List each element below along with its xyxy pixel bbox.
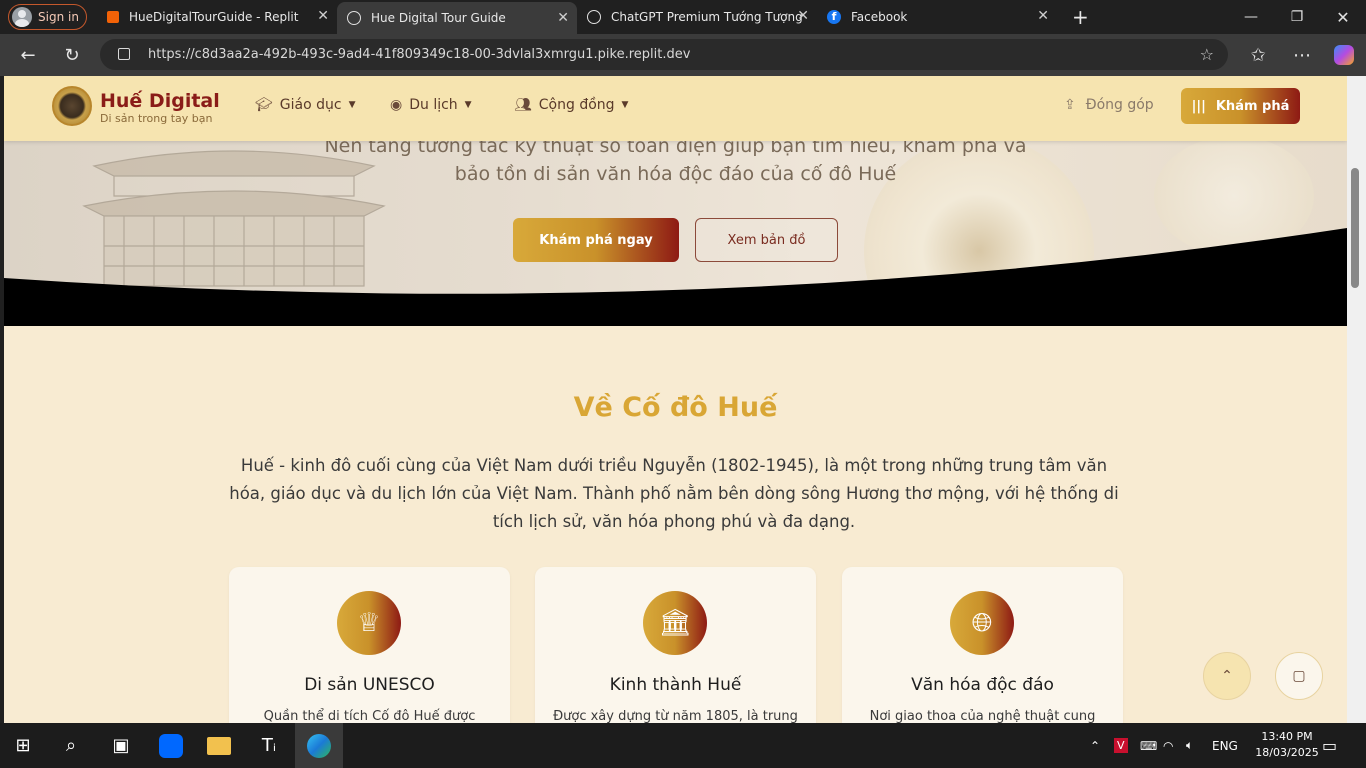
close-window-icon[interactable]: ✕ (1320, 0, 1366, 34)
edge-browser-icon[interactable] (295, 723, 343, 768)
contribute-label: Đóng góp (1085, 97, 1154, 113)
close-tab-icon[interactable]: ✕ (797, 9, 809, 23)
new-tab-button[interactable]: + (1062, 0, 1092, 34)
system-clock[interactable]: 13:40 PM 18/03/2025 (1254, 729, 1320, 761)
page-scrollbar[interactable] (1347, 76, 1366, 723)
upload-icon: ⇪ (1064, 97, 1076, 113)
signin-label: Sign in (38, 10, 79, 24)
tab-title: Hue Digital Tour Guide (371, 11, 506, 25)
url-field[interactable]: https://c8d3aa2a-492b-493c-9ad4-41f80934… (100, 39, 1228, 70)
zalo-icon[interactable] (148, 723, 194, 768)
windows-taskbar: ⊞ ⌕ ▣ Tᵢ ⌃ V ⌨ ◠ 🔈︎ ENG 13:40 PM 18/03/2… (0, 723, 1366, 768)
site-logo[interactable] (52, 86, 92, 126)
globe-icon: 🌐︎ (950, 591, 1014, 655)
favorite-star-icon[interactable]: ☆ (1200, 45, 1214, 64)
tab-title: Facebook (851, 10, 908, 24)
explore-button[interactable]: ||| Khám phá (1181, 88, 1300, 124)
file-explorer-icon[interactable] (196, 723, 242, 768)
nav-education[interactable]: 🎓︎ Giáo dục ▼ (255, 97, 356, 113)
crown-icon: ♕ (337, 591, 401, 655)
tab-title: HueDigitalTourGuide - Replit (129, 10, 299, 24)
card-title: Văn hóa độc đáo (911, 675, 1054, 695)
card-title: Kinh thành Huế (609, 675, 742, 695)
card-desc: Nơi giao thoa của nghệ thuật cung (869, 709, 1096, 723)
explore-label: Khám phá (1215, 98, 1290, 114)
chevron-down-icon: ▼ (621, 100, 629, 110)
refresh-icon[interactable]: ↻ (58, 42, 86, 68)
windows-start-icon[interactable]: ⊞ (0, 723, 46, 768)
nav-label: Cộng đồng (538, 97, 615, 113)
card-unesco[interactable]: ♕ Di sản UNESCO Quần thể di tích Cố đô H… (229, 567, 510, 723)
replit-icon (107, 11, 119, 23)
copilot-icon[interactable] (1330, 42, 1358, 68)
lock-icon (118, 48, 130, 60)
page-viewport: Nền tảng tương tác kỹ thuật số toàn diện… (4, 76, 1347, 723)
vpn-icon[interactable]: V (1114, 723, 1128, 768)
show-hidden-icons[interactable]: ⌃ (1090, 723, 1100, 768)
map-pin-icon: ◉ (390, 97, 403, 113)
signin-button[interactable]: Sign in (8, 4, 87, 30)
card-desc: Được xây dựng từ năm 1805, là trung (553, 709, 798, 723)
address-bar-row: ← ↻ https://c8d3aa2a-492b-493c-9ad4-41f8… (0, 34, 1366, 76)
chat-button[interactable]: ▢ (1275, 652, 1323, 700)
tab-title: ChatGPT Premium Tướng Tượng (611, 10, 803, 24)
chevron-down-icon: ▼ (464, 100, 472, 110)
facebook-icon: f (827, 10, 841, 24)
chat-icon: ▢ (1292, 668, 1306, 684)
tab-facebook[interactable]: f Facebook ✕ (817, 0, 1057, 34)
about-title: Về Cố đô Huế (573, 392, 778, 423)
card-citadel[interactable]: 🏛︎ Kinh thành Huế Được xây dựng từ năm 1… (535, 567, 816, 723)
tab-replit[interactable]: HueDigitalTourGuide - Replit ✕ (97, 0, 337, 34)
photos-app-icon[interactable]: ▣ (98, 723, 144, 768)
card-culture[interactable]: 🌐︎ Văn hóa độc đáo Nơi giao thoa của ngh… (842, 567, 1123, 723)
search-icon[interactable]: ⌕ (48, 723, 94, 768)
close-tab-icon[interactable]: ✕ (1037, 9, 1049, 23)
language-indicator[interactable]: ENG (1212, 723, 1238, 768)
site-header: Huế Digital Di sản trong tay bạn 🎓︎ Giáo… (4, 76, 1347, 141)
more-menu-icon[interactable]: ⋯ (1288, 42, 1316, 68)
back-arrow-icon[interactable]: ← (14, 42, 42, 68)
chevron-up-icon: ⌃ (1221, 668, 1233, 684)
scroll-to-top-button[interactable]: ⌃ (1203, 652, 1251, 700)
globe-icon (347, 11, 361, 25)
card-desc: Quần thể di tích Cố đô Huế được (263, 709, 476, 723)
nav-community[interactable]: 👥︎ Cộng đồng ▼ (514, 97, 628, 113)
minimize-icon[interactable]: — (1228, 0, 1274, 34)
favorites-icon[interactable]: ✩ (1244, 42, 1272, 68)
tab-hue-digital[interactable]: Hue Digital Tour Guide ✕ (337, 2, 577, 34)
landmark-icon: 🏛︎ (643, 591, 707, 655)
volume-icon[interactable]: 🔈︎ (1186, 723, 1193, 768)
nav-travel[interactable]: ◉ Du lịch ▼ (390, 97, 472, 113)
typing-app-icon[interactable]: Tᵢ (246, 723, 292, 768)
scrollbar-thumb[interactable] (1351, 168, 1359, 288)
restore-icon[interactable]: ❐ (1274, 0, 1320, 34)
site-tagline: Di sản trong tay bạn (100, 112, 213, 125)
chevron-down-icon: ▼ (348, 100, 356, 110)
contribute-button[interactable]: ⇪ Đóng góp (1064, 97, 1154, 113)
profile-avatar-icon (12, 7, 32, 27)
hero-bottom-curve (4, 228, 1347, 326)
input-method-icon[interactable]: ⌨ (1140, 723, 1157, 768)
chatgpt-icon (587, 10, 601, 24)
library-icon: ||| (1191, 98, 1206, 114)
users-icon: 👥︎ (514, 97, 532, 113)
url-text: https://c8d3aa2a-492b-493c-9ad4-41f80934… (148, 47, 691, 62)
site-brand[interactable]: Huế Digital (100, 90, 220, 112)
tab-chatgpt[interactable]: ChatGPT Premium Tướng Tượng ✕ (577, 0, 817, 34)
nav-label: Du lịch (409, 97, 458, 113)
close-tab-icon[interactable]: ✕ (557, 11, 569, 25)
nav-label: Giáo dục (279, 97, 342, 113)
browser-tab-bar: Sign in HueDigitalTourGuide - Replit ✕ H… (0, 0, 1366, 34)
clock-time: 13:40 PM (1261, 730, 1313, 743)
wifi-icon[interactable]: ◠ (1163, 723, 1173, 768)
clock-date: 18/03/2025 (1255, 746, 1319, 759)
close-tab-icon[interactable]: ✕ (317, 9, 329, 23)
hero-line-2: bảo tồn di sản văn hóa độc đáo của cố đô… (454, 163, 897, 185)
notifications-icon[interactable]: ▭ (1322, 723, 1337, 768)
graduation-cap-icon: 🎓︎ (255, 97, 273, 113)
about-text: Huế - kinh đô cuối cùng của Việt Nam dướ… (229, 456, 1119, 531)
card-title: Di sản UNESCO (304, 675, 435, 695)
